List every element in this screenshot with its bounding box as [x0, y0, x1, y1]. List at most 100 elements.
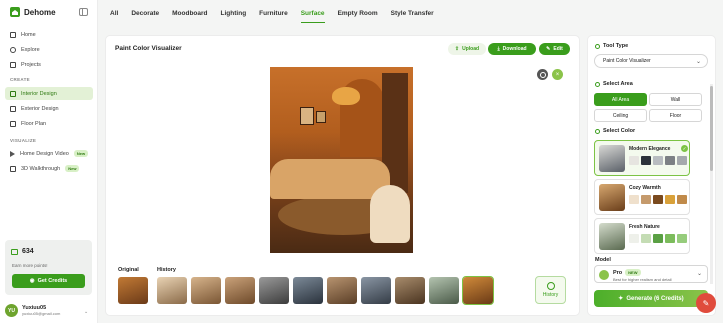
avatar: YU	[5, 304, 18, 317]
sidebar-item-projects[interactable]: Projects	[5, 58, 93, 71]
history-button-label: History	[542, 292, 559, 298]
color-option-modern-elegance[interactable]: Modern Elegance ✓	[594, 140, 690, 176]
credits-count: 634	[11, 248, 34, 255]
chevron-down-icon[interactable]: ⌄	[84, 309, 88, 315]
history-thumbnail[interactable]	[429, 277, 459, 304]
swatch	[641, 156, 651, 165]
download-button[interactable]: ⤓ Download	[488, 43, 536, 55]
area-option-wall[interactable]: Wall	[649, 93, 702, 106]
scrollbar[interactable]	[710, 84, 713, 284]
area-option-all[interactable]: All Area	[594, 93, 647, 106]
sidebar-item-exterior-design[interactable]: Exterior Design	[5, 102, 93, 115]
history-thumbnail[interactable]	[225, 277, 255, 304]
color-option-cozy-warmth[interactable]: Cozy Warmth	[594, 179, 690, 215]
sidebar-item-label: Home Design Video	[20, 150, 69, 157]
color-option-fresh-nature[interactable]: Fresh Nature	[594, 218, 690, 254]
credits-subtitle: Earn more points!	[12, 263, 48, 268]
sidebar-item-explore[interactable]: Explore	[5, 43, 93, 56]
settings-panel: Tool Type Paint Color Visualizer ⌄ Selec…	[587, 35, 716, 316]
new-badge: New	[73, 150, 89, 157]
tool-type-label: Tool Type	[603, 43, 629, 49]
tool-type-heading: Tool Type	[595, 43, 628, 49]
tool-type-select[interactable]: Paint Color Visualizer ⌄	[594, 54, 708, 68]
sidebar-item-floor-plan[interactable]: Floor Plan	[5, 117, 93, 130]
category-tabs: All Decorate Moodboard Lighting Furnitur…	[98, 0, 723, 27]
tool-type-value: Paint Color Visualizer	[603, 58, 651, 64]
page-title: Paint Color Visualizer	[115, 45, 182, 52]
sidebar-item-interior-design[interactable]: Interior Design	[5, 87, 93, 100]
upload-button[interactable]: ⇪ Upload	[448, 43, 486, 55]
sidebar-item-home-design-video[interactable]: Home Design Video New	[5, 147, 93, 160]
section-visualize-label: VISUALIZE	[10, 138, 37, 143]
swatch	[677, 234, 687, 243]
sidebar-item-3d-walkthrough[interactable]: 3D Walkthrough New	[5, 162, 93, 175]
history-thumbnail-selected[interactable]	[462, 276, 494, 305]
edit-button[interactable]: ✎ Edit	[539, 43, 570, 55]
model-name-text: Pro	[613, 269, 623, 276]
generate-label: Generate (6 Credits)	[626, 295, 684, 302]
swatch	[665, 195, 675, 204]
swatch	[653, 234, 663, 243]
history-thumbnail[interactable]	[293, 277, 323, 304]
history-thumbnail[interactable]	[361, 277, 391, 304]
history-thumbnail[interactable]	[395, 277, 425, 304]
sidebar-item-home[interactable]: Home	[5, 28, 93, 41]
home-logo-icon	[10, 7, 20, 17]
get-credits-button[interactable]: ◉ Get Credits	[12, 274, 85, 288]
history-thumbnail[interactable]	[157, 277, 187, 304]
workspace-panel: Paint Color Visualizer ⇪ Upload ⤓ Downlo…	[105, 35, 580, 316]
user-menu[interactable]: YU Yuxiuu05 yuxiuu05@gmail.com	[5, 304, 60, 317]
swatch	[677, 156, 687, 165]
tab-furniture[interactable]: Furniture	[259, 0, 288, 27]
sidebar-item-label: Floor Plan	[21, 120, 47, 127]
color-name: Fresh Nature	[629, 224, 660, 230]
upload-icon: ⇪	[454, 46, 460, 52]
tab-style-transfer[interactable]: Style Transfer	[391, 0, 434, 27]
upload-label: Upload	[462, 46, 480, 52]
color-name: Cozy Warmth	[629, 185, 661, 191]
building-icon	[10, 105, 16, 112]
tab-decorate[interactable]: Decorate	[131, 0, 159, 27]
close-icon[interactable]: ×	[552, 69, 563, 80]
color-swatches	[629, 234, 687, 243]
credits-value: 634	[22, 248, 34, 255]
pencil-icon: ✎	[546, 46, 551, 52]
history-thumbnail[interactable]	[259, 277, 289, 304]
tab-all[interactable]: All	[110, 0, 118, 27]
logo[interactable]: Dehome	[10, 7, 56, 17]
swatch	[641, 195, 651, 204]
sidebar-item-label: Interior Design	[21, 90, 57, 97]
feedback-icon[interactable]: ✎	[696, 293, 716, 313]
collapse-sidebar-icon[interactable]	[79, 8, 88, 16]
color-swatches	[629, 156, 687, 165]
user-email: yuxiuu05@gmail.com	[22, 311, 61, 316]
select-area-heading: Select Area	[595, 81, 633, 87]
original-thumbnail[interactable]	[118, 277, 148, 304]
history-button[interactable]: History	[535, 276, 566, 304]
select-color-heading: Select Color	[595, 128, 635, 134]
select-color-label: Select Color	[603, 128, 636, 134]
tab-surface[interactable]: Surface	[300, 0, 325, 27]
zoom-icon[interactable]	[537, 69, 548, 80]
swatch	[629, 234, 639, 243]
tab-moodboard[interactable]: Moodboard	[172, 0, 207, 27]
chevron-down-icon: ⌄	[695, 59, 701, 65]
generate-button[interactable]: ✦ Generate (6 Credits)	[594, 290, 708, 307]
room-preview-image	[270, 67, 413, 253]
download-icon: ⤓	[497, 46, 500, 52]
model-label: Model	[595, 257, 611, 263]
area-option-ceiling[interactable]: Ceiling	[594, 109, 647, 122]
get-credits-label: Get Credits	[37, 278, 68, 284]
tab-empty-room[interactable]: Empty Room	[338, 0, 378, 27]
original-label: Original	[118, 267, 139, 273]
tab-lighting[interactable]: Lighting	[221, 0, 247, 27]
area-option-floor[interactable]: Floor	[649, 109, 702, 122]
history-thumbnail[interactable]	[327, 277, 357, 304]
edit-label: Edit	[553, 46, 563, 52]
color-preview-image	[599, 145, 625, 172]
model-select[interactable]: Pro NEW Best for higher realism and deta…	[594, 265, 708, 283]
tool-icon	[595, 43, 600, 49]
section-create-label: CREATE	[10, 77, 30, 82]
history-thumbnail[interactable]	[191, 277, 221, 304]
sidebar-item-label: Explore	[21, 46, 40, 53]
